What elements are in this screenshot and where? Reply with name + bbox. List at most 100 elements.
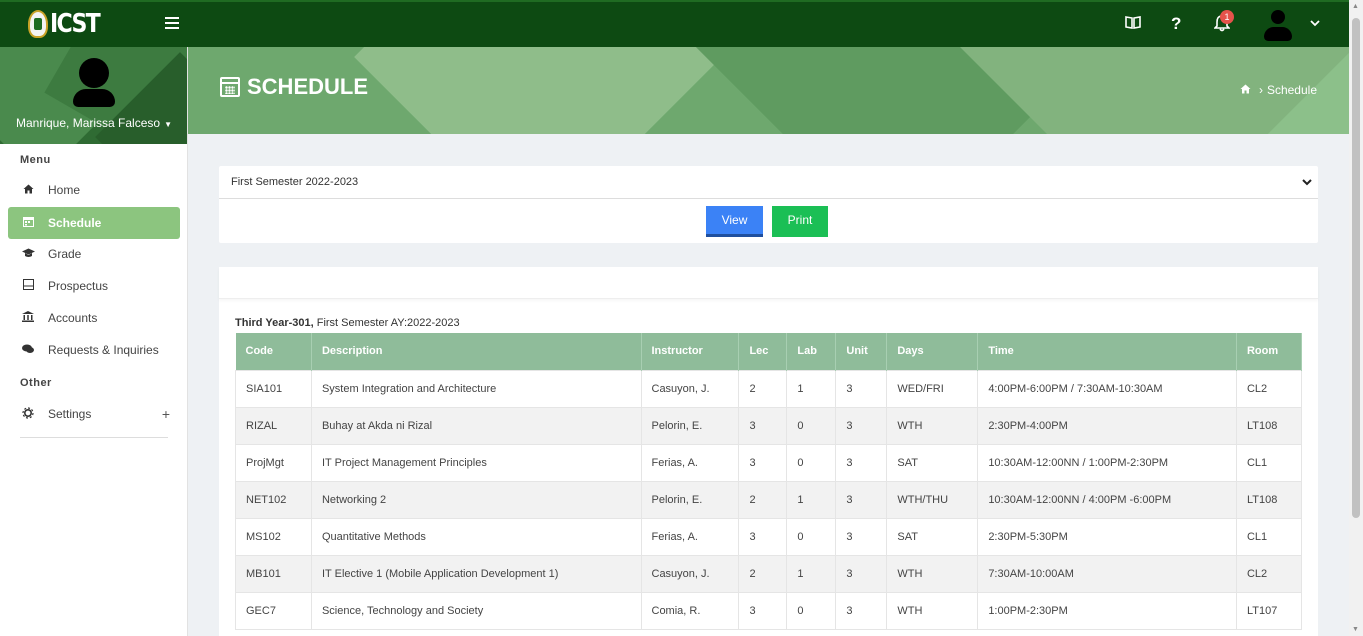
expand-plus-icon[interactable]: + <box>162 406 170 422</box>
table-row: RIZAL Buhay at Akda ni Rizal Pelorin, E. 3 0… <box>235 406 1303 445</box>
gear-icon <box>8 406 48 422</box>
table-cell: SIA101 <box>235 369 312 408</box>
term-label: First Semester AY:2022-2023 <box>313 317 460 329</box>
semester-select[interactable]: First Semester 2022-2023 <box>219 166 1318 199</box>
table-cell: 0 <box>786 443 837 482</box>
sidebar-item-label: Schedule <box>48 216 102 230</box>
table-cell: Ferias, A. <box>640 443 740 482</box>
table-cell: WED/FRI <box>886 369 979 408</box>
caret-down-icon: ▼ <box>164 120 172 129</box>
sidebar-item-label: Prospectus <box>48 279 109 293</box>
sidebar-item-schedule[interactable]: Schedule <box>8 207 180 239</box>
table-cell: 10:30AM-12:00NN / 4:00PM -6:00PM <box>977 480 1237 519</box>
question-icon[interactable]: ? <box>1171 14 1181 34</box>
table-cell: 3 <box>835 443 888 482</box>
breadcrumb-current: Schedule <box>1266 83 1317 97</box>
table-cell: 0 <box>786 591 837 630</box>
table-cell: LT108 <box>1235 480 1303 519</box>
table-cell: RIZAL <box>235 406 312 445</box>
sidebar-item-label: Requests & Inquiries <box>48 343 159 357</box>
table-cell: IT Elective 1 (Mobile Application Develo… <box>310 554 642 593</box>
table-cell: CL1 <box>1235 517 1303 556</box>
table-row: NET102 Networking 2 Pelorin, E. 2 1 3 WTH/THU 1… <box>235 480 1303 519</box>
table-cell: Pelorin, E. <box>640 406 740 445</box>
scrollbar-thumb[interactable] <box>1352 18 1360 518</box>
notification-badge: 1 <box>1220 10 1234 24</box>
section-label: Third Year-301, <box>235 317 314 329</box>
table-cell: 2 <box>738 554 788 593</box>
bank-icon <box>8 311 48 325</box>
table-cell: Buhay at Akda ni Rizal <box>310 406 642 445</box>
sidebar-item-settings[interactable]: Settings + <box>8 398 180 430</box>
profile-name: Manrique, Marissa Falceso <box>16 116 161 130</box>
table-cell: 3 <box>738 443 788 482</box>
table-row: MB101 IT Elective 1 (Mobile Application D… <box>235 554 1303 593</box>
scroll-up-icon[interactable]: ▲ <box>1352 3 1359 10</box>
profile-avatar <box>73 58 115 107</box>
profile-name-dropdown[interactable]: Manrique, Marissa Falceso ▼ <box>0 116 187 130</box>
table-cell: 3 <box>835 406 888 445</box>
table-cell: SAT <box>886 443 979 482</box>
table-row: MS102 Quantitative Methods Ferias, A. 3 0 3 SA… <box>235 517 1303 556</box>
semester-card: First Semester 2022-2023 View Print <box>219 166 1318 243</box>
profile-panel: Manrique, Marissa Falceso ▼ <box>0 47 187 144</box>
schedule-table-body: SIA101 System Integration and Architectur… <box>235 369 1303 630</box>
table-cell: 2 <box>738 369 788 408</box>
page-scrollbar[interactable]: ▲ ▼ <box>1349 0 1363 636</box>
table-cell: Networking 2 <box>310 480 642 519</box>
table-cell: 3 <box>835 517 888 556</box>
table-cell: SAT <box>886 517 979 556</box>
table-cell: 3 <box>835 480 888 519</box>
school-seal-icon <box>28 10 48 38</box>
table-cell: NET102 <box>235 480 312 519</box>
table-cell: ProjMgt <box>235 443 312 482</box>
table-cell: IT Project Management Principles <box>310 443 642 482</box>
table-cell: 1:00PM-2:30PM <box>977 591 1237 630</box>
sidebar-item-accounts[interactable]: Accounts <box>8 302 180 334</box>
table-cell: 3 <box>738 517 788 556</box>
user-avatar[interactable] <box>1264 10 1292 42</box>
column-header: Lec <box>738 333 788 370</box>
column-header: Time <box>977 333 1237 370</box>
table-cell: 0 <box>786 406 837 445</box>
sidebar-item-prospectus[interactable]: Prospectus <box>8 270 180 302</box>
table-cell: Casuyon, J. <box>640 554 740 593</box>
chevron-down-icon[interactable] <box>1310 15 1320 31</box>
sidebar-item-label: Home <box>48 183 81 197</box>
scroll-down-icon[interactable]: ▼ <box>1352 626 1359 633</box>
table-cell: CL2 <box>1235 369 1303 408</box>
hamburger-menu-icon[interactable] <box>165 17 179 29</box>
calendar-icon <box>220 77 240 97</box>
table-cell: WTH <box>886 554 979 593</box>
home-icon[interactable] <box>1240 84 1251 97</box>
sidebar-item-label: Grade <box>48 247 82 261</box>
logo-text: ICST <box>50 9 101 39</box>
breadcrumb: › Schedule <box>1240 83 1317 97</box>
column-header: Unit <box>835 333 888 370</box>
table-cell: LT108 <box>1235 406 1303 445</box>
sidebar-item-requests[interactable]: Requests & Inquiries <box>8 334 180 366</box>
sidebar-item-home[interactable]: Home <box>8 174 180 206</box>
sidebar-item-label: Settings <box>48 407 92 421</box>
table-cell: Casuyon, J. <box>640 369 740 408</box>
book-icon[interactable] <box>1125 14 1141 35</box>
print-button[interactable]: Print <box>772 206 828 237</box>
column-header: Room <box>1236 333 1303 370</box>
table-header-row: Code Description Instructor Lec Lab Unit… <box>235 333 1303 370</box>
logo[interactable]: ICST <box>28 9 108 39</box>
sidebar-item-grade[interactable]: Grade <box>8 238 180 270</box>
table-cell: WTH <box>886 406 979 445</box>
graduation-cap-icon <box>8 248 48 261</box>
sidebar-item-label: Accounts <box>48 311 98 325</box>
table-cell: Science, Technology and Society <box>310 591 642 630</box>
table-cell: 3 <box>835 591 888 630</box>
table-cell: LT107 <box>1235 591 1303 630</box>
table-cell: MS102 <box>235 517 312 556</box>
semester-select-value: First Semester 2022-2023 <box>231 176 359 188</box>
schedule-card: Third Year-301, First Semester AY:2022-2… <box>219 267 1318 636</box>
view-button[interactable]: View <box>706 206 763 237</box>
table-cell: 10:30AM-12:00NN / 1:00PM-2:30PM <box>977 443 1237 482</box>
page-banner: SCHEDULE › Schedule <box>188 47 1349 134</box>
table-cell: 3 <box>738 406 788 445</box>
schedule-caption: Third Year-301, First Semester AY:2022-2… <box>235 317 460 329</box>
